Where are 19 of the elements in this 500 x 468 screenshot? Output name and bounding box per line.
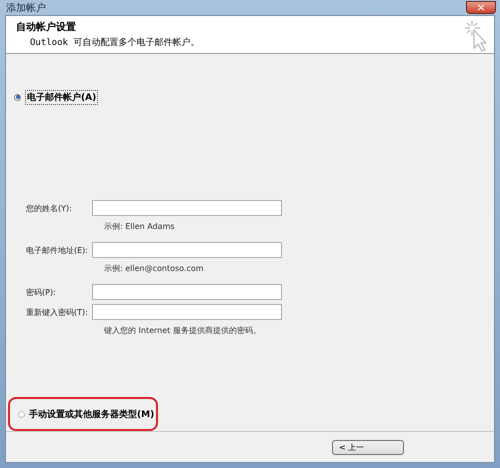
field-hint: 示例: Ellen Adams xyxy=(104,221,176,232)
radio-label[interactable]: 电子邮件帐户(A) xyxy=(25,90,98,104)
header-title: 自动帐户设置 xyxy=(16,20,77,34)
back-button[interactable]: < 上一 xyxy=(332,440,404,454)
radio-label[interactable]: 手动设置或其他服务器类型(M) xyxy=(29,408,154,420)
field-hint: 键入您的 Internet 服务提供商提供的密码。 xyxy=(104,325,262,336)
field-label: 电子邮件地址(E): xyxy=(26,244,89,256)
field-label: 密码(P): xyxy=(26,286,57,298)
radio-button[interactable] xyxy=(14,94,21,100)
field-label: 重新键入密码(T): xyxy=(26,306,89,318)
window-title: 添加帐户 xyxy=(6,2,46,14)
field-label: 您的姓名(Y): xyxy=(26,202,73,214)
header-subtitle: Outlook 可自动配置多个电子邮件帐户。 xyxy=(29,36,200,49)
radio-button[interactable] xyxy=(18,410,25,418)
input-field[interactable] xyxy=(92,242,282,258)
input-field[interactable] xyxy=(92,304,282,320)
input-field[interactable] xyxy=(92,200,282,216)
field-hint: 示例: ellen@contoso.com xyxy=(104,263,205,274)
input-field[interactable] xyxy=(92,284,282,300)
